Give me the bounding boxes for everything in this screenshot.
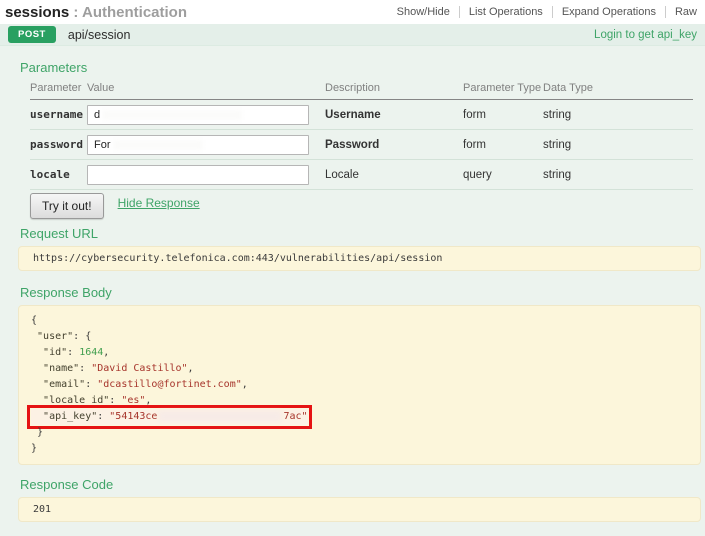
- param-type-locale: query: [463, 160, 543, 190]
- param-desc-1: Password: [325, 130, 463, 160]
- resource-name[interactable]: sessions: [5, 4, 69, 21]
- parameters-heading: Parameters: [20, 60, 705, 75]
- param-desc-2: Locale: [325, 160, 463, 190]
- param-type-password: form: [463, 130, 543, 160]
- col-description: Description: [325, 80, 463, 100]
- json-line: "name": "David Castillo",: [31, 361, 688, 377]
- raw-link[interactable]: Raw: [665, 6, 699, 18]
- data-type-password: string: [543, 130, 693, 160]
- operation-content: Parameters Parameter Value Description P…: [0, 46, 705, 536]
- param-name-locale: locale: [30, 160, 87, 190]
- operation-header[interactable]: POST api/session Login to get api_key: [0, 24, 705, 46]
- parameters-header-row: Parameter Value Description Parameter Ty…: [30, 80, 693, 100]
- request-url-heading: Request URL: [20, 226, 705, 241]
- param-name-password: password: [30, 130, 87, 160]
- header-links: Show/Hide List Operations Expand Operati…: [388, 6, 699, 18]
- api-key-redaction-blur: [159, 411, 281, 422]
- json-line: }: [31, 441, 688, 457]
- param-row-password: password For Password form string: [30, 130, 693, 160]
- actions-row: Try it out! Hide Response: [30, 194, 705, 218]
- param-type-username: form: [463, 100, 543, 130]
- response-code-value: 201: [33, 504, 51, 515]
- expand-operations-link[interactable]: Expand Operations: [552, 6, 665, 18]
- response-body-json: { "user": { "id": 1644, "name": "David C…: [18, 305, 701, 465]
- hide-response-link[interactable]: Hide Response: [118, 196, 200, 210]
- data-type-username: string: [543, 100, 693, 130]
- parameters-table: Parameter Value Description Parameter Ty…: [30, 80, 693, 190]
- json-line: {: [31, 313, 688, 329]
- show-hide-link[interactable]: Show/Hide: [388, 6, 459, 18]
- param-row-username: username d Username form string: [30, 100, 693, 130]
- json-line: "locale_id": "es",: [31, 393, 688, 409]
- title-separator: :: [73, 4, 78, 21]
- post-method-badge[interactable]: POST: [8, 26, 56, 44]
- resource-description: Authentication: [82, 4, 187, 21]
- json-line: "id": 1644,: [31, 345, 688, 361]
- try-it-out-button[interactable]: Try it out!: [30, 193, 104, 219]
- param-name-username: username: [30, 100, 87, 130]
- username-value-prefix: d: [94, 109, 100, 121]
- list-operations-link[interactable]: List Operations: [459, 6, 552, 18]
- request-url-value: https://cybersecurity.telefonica.com:443…: [33, 253, 442, 264]
- username-redaction-blur: [102, 110, 242, 120]
- api-key-annotation-box: "api_key": "54143ce7ac": [31, 409, 308, 425]
- password-input[interactable]: For: [87, 135, 309, 155]
- resource-title-row: sessions : Authentication Show/Hide List…: [0, 0, 705, 24]
- response-code-heading: Response Code: [20, 477, 705, 492]
- locale-input[interactable]: [87, 165, 309, 185]
- password-value-prefix: For: [94, 139, 111, 151]
- resource-title: sessions : Authentication: [5, 4, 187, 21]
- response-body-heading: Response Body: [20, 285, 705, 300]
- password-redaction-blur: [113, 140, 203, 150]
- username-input[interactable]: d: [87, 105, 309, 125]
- request-url-box: https://cybersecurity.telefonica.com:443…: [18, 246, 701, 271]
- param-desc-0: Username: [325, 100, 463, 130]
- data-type-locale: string: [543, 160, 693, 190]
- col-parameter: Parameter: [30, 80, 87, 100]
- operation-path[interactable]: api/session: [68, 28, 131, 42]
- param-row-locale: locale Locale query string: [30, 160, 693, 190]
- col-value: Value: [87, 80, 325, 100]
- json-line: "user": {: [31, 329, 688, 345]
- swagger-page: sessions : Authentication Show/Hide List…: [0, 0, 705, 536]
- response-code-box: 201: [18, 497, 701, 522]
- json-line: "api_key": "54143ce7ac": [31, 409, 688, 425]
- col-parameter-type: Parameter Type: [463, 80, 543, 100]
- login-api-key-link[interactable]: Login to get api_key: [594, 29, 697, 41]
- json-line: "email": "dcastillo@fortinet.com",: [31, 377, 688, 393]
- col-data-type: Data Type: [543, 80, 693, 100]
- json-line: }: [31, 425, 688, 441]
